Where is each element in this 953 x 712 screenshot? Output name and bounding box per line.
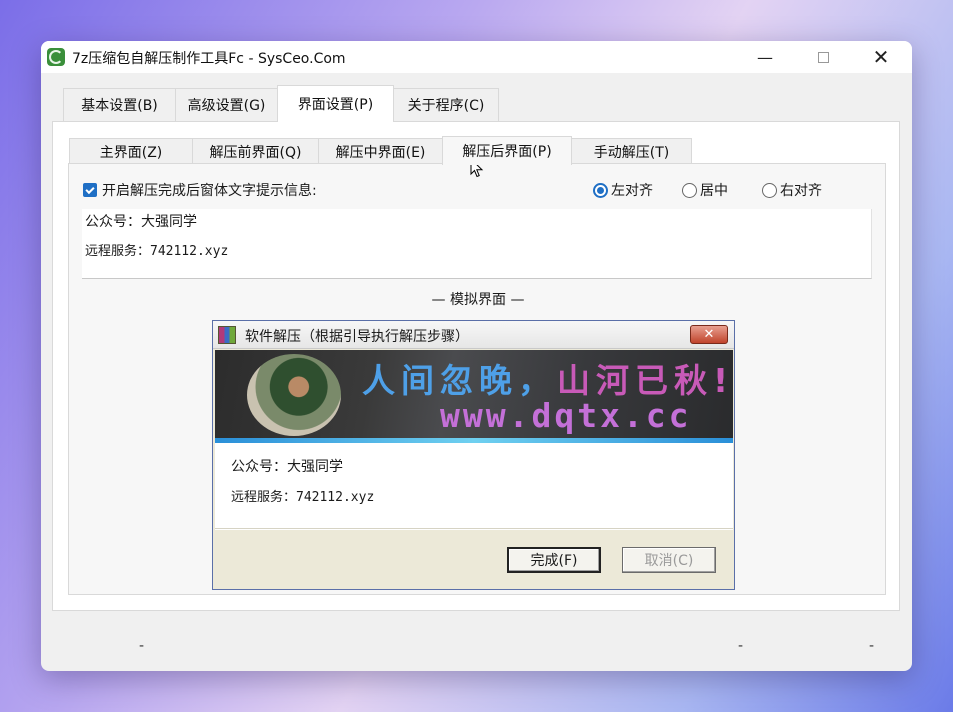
- preview-body: 公众号：大强同学 远程服务：742112.xyz: [215, 443, 733, 528]
- preview-finish-button[interactable]: 完成(F): [507, 547, 601, 573]
- radio-label: 居中: [700, 183, 728, 199]
- status-dash-3: -: [869, 638, 875, 654]
- tab-main-interface[interactable]: 主界面(Z): [69, 138, 193, 164]
- interface-settings-panel: 主界面(Z) 解压前界面(Q) 解压中界面(E) 解压后界面(P) 手动解压(T…: [52, 121, 900, 611]
- title-bar: 7z压缩包自解压制作工具Fc - SysCeo.Com — ✕: [41, 41, 912, 73]
- tab-interface-settings[interactable]: 界面设置(P): [277, 85, 394, 122]
- banner-slogan: 人间忽晚，山河已秋!: [362, 354, 733, 402]
- tab-post-extract[interactable]: 解压后界面(P): [442, 136, 572, 165]
- window-title: 7z压缩包自解压制作工具Fc - SysCeo.Com: [72, 51, 346, 67]
- tab-about[interactable]: 关于程序(C): [393, 88, 499, 121]
- tab-basic-settings[interactable]: 基本设置(B): [63, 88, 176, 121]
- maximize-button[interactable]: [794, 41, 852, 73]
- radio-align-left[interactable]: 左对齐: [593, 180, 653, 200]
- preview-title: 软件解压（根据引导执行解压步骤）: [245, 329, 469, 345]
- radio-label: 右对齐: [780, 183, 822, 199]
- preview-window: 软件解压（根据引导执行解压步骤） ✕ 人间忽晚，山河已秋! www.dqtx.c…: [212, 320, 735, 590]
- preview-title-bar: 软件解压（根据引导执行解压步骤） ✕: [213, 321, 734, 349]
- radio-icon: [762, 182, 777, 198]
- status-dash-1: -: [139, 638, 145, 654]
- tab-advanced-settings[interactable]: 高级设置(G): [175, 88, 278, 121]
- preview-divider: [215, 528, 733, 530]
- preview-line-1: 公众号：大强同学: [231, 459, 343, 475]
- checkbox-checked-icon: [83, 183, 97, 197]
- banner-url: www.dqtx.cc: [440, 396, 692, 435]
- maximize-icon: [817, 51, 829, 63]
- winrar-icon: [218, 326, 236, 344]
- tab-pre-extract[interactable]: 解压前界面(Q): [192, 138, 319, 164]
- radio-align-right[interactable]: 右对齐: [762, 180, 822, 200]
- preview-cancel-button[interactable]: 取消(C): [622, 547, 716, 573]
- enable-text-label: 开启解压完成后窗体文字提示信息:: [102, 183, 317, 199]
- message-line-1: 公众号：大强同学: [85, 214, 197, 230]
- radio-align-center[interactable]: 居中: [682, 180, 728, 200]
- preview-close-button[interactable]: ✕: [690, 325, 728, 344]
- app-icon: [47, 48, 65, 66]
- enable-text-checkbox[interactable]: 开启解压完成后窗体文字提示信息:: [83, 180, 317, 200]
- app-window: 7z压缩包自解压制作工具Fc - SysCeo.Com — ✕ 基本设置(B) …: [41, 41, 912, 671]
- preview-line-2: 远程服务：742112.xyz: [231, 490, 375, 505]
- post-extract-panel: 开启解压完成后窗体文字提示信息: 左对齐 居中 右对齐 公众号：大强同学 远程服…: [68, 163, 886, 595]
- banner-slogan-part-1: 人间忽晚，: [362, 361, 557, 400]
- radio-icon: [682, 182, 697, 198]
- message-line-2: 远程服务：742112.xyz: [85, 244, 229, 259]
- radio-selected-icon: [593, 182, 608, 198]
- tab-manual-extract[interactable]: 手动解压(T): [571, 138, 692, 164]
- avatar: [247, 354, 341, 436]
- status-dash-2: -: [738, 638, 744, 654]
- minimize-button[interactable]: —: [736, 41, 794, 73]
- preview-banner: 人间忽晚，山河已秋! www.dqtx.cc: [215, 350, 733, 440]
- tab-during-extract[interactable]: 解压中界面(E): [318, 138, 443, 164]
- banner-slogan-part-2: 山河已秋!: [557, 361, 733, 400]
- close-button[interactable]: ✕: [852, 41, 910, 73]
- radio-label: 左对齐: [611, 183, 653, 199]
- message-textarea[interactable]: 公众号：大强同学 远程服务：742112.xyz: [82, 209, 872, 279]
- preview-label: — 模拟界面 —: [431, 292, 525, 308]
